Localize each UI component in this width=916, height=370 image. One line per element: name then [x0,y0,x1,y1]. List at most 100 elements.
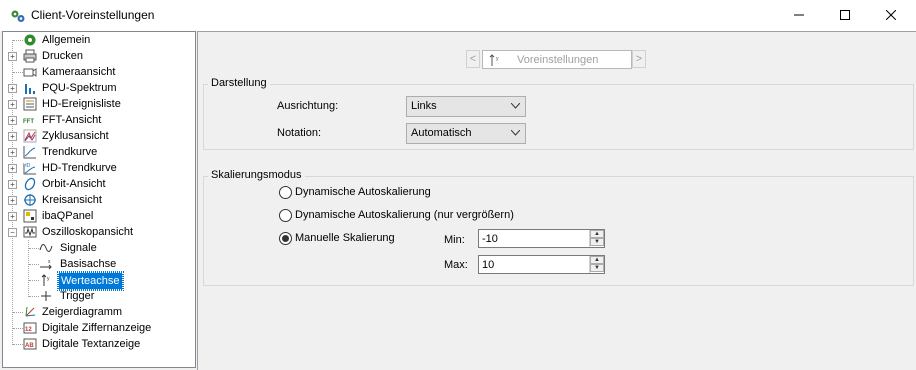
tree-item-kreisansicht[interactable]: + Kreisansicht [3,192,195,208]
bar-chart-icon [25,84,35,94]
nav-next-button[interactable]: > [632,50,646,68]
chevron-down-icon [511,130,520,136]
tree-item-label: Signale [60,242,97,254]
expand-toggle[interactable]: + [8,132,17,141]
tree-item-label: Digitale Ziffernanzeige [42,322,152,334]
trigger-icon [41,291,51,301]
expand-toggle[interactable]: + [8,148,17,157]
radio-label: Dynamische Autoskalierung (nur vergrößer… [295,209,514,221]
tree-item-hd-ereignisliste[interactable]: + HD-Ereignisliste [3,96,195,112]
minimize-button[interactable] [776,0,822,31]
radio-manuelle-skalierung[interactable] [279,232,292,245]
spinner-buttons: ▲ ▼ [589,256,604,273]
tree-item-digitale-ziffernanzeige[interactable]: 12 Digitale Ziffernanzeige [3,320,195,336]
tree-item-ibaqpanel[interactable]: + ibaQPanel [3,208,195,224]
tree-connector [29,264,39,265]
fft-icon: FFT [23,119,34,125]
max-label: Max: [444,259,468,271]
tree-connector [13,40,23,41]
skalierungsmodus-group: Skalierungsmodus Dynamische Autoskalieru… [203,169,914,286]
darstellung-group: Darstellung Ausrichtung: Links Notation:… [203,77,914,150]
expand-toggle[interactable]: + [8,196,17,205]
expand-toggle[interactable]: + [8,52,17,61]
trend-icon [23,146,36,159]
collapse-toggle[interactable]: − [8,228,17,237]
tree-item-oszilloskopansicht[interactable]: − Oszilloskopansicht [3,224,195,240]
oscilloscope-icon [23,226,37,238]
spin-up-button[interactable]: ▲ [590,230,604,238]
expand-toggle[interactable]: + [8,84,17,93]
svg-text:12: 12 [25,327,32,333]
expand-toggle[interactable]: + [8,100,17,109]
tree-item-zeigerdiagramm[interactable]: Zeigerdiagramm [3,304,195,320]
title-bar: Client-Voreinstellungen [0,0,916,31]
y-axis-icon: y [489,54,499,66]
digit-display-icon: 12 [23,322,37,334]
min-spinner[interactable]: -10 ▲ ▼ [478,229,605,248]
notation-select[interactable]: Automatisch [406,123,526,144]
tree-item-kameraansicht[interactable]: Kameraansicht [3,64,195,80]
tree-item-pqu-spektrum[interactable]: + PQU-Spektrum [3,80,195,96]
tree-connector [29,280,39,281]
expand-toggle[interactable]: + [8,212,17,221]
radio-dynamische-autoskalierung[interactable] [279,186,292,199]
preset-label: Voreinstellungen [517,54,599,66]
spin-down-button[interactable]: ▼ [590,264,604,272]
window-title: Client-Voreinstellungen [31,8,155,22]
spin-down-button[interactable]: ▼ [590,238,604,246]
settings-panel: < y Voreinstellungen > Darstellung Ausri… [197,31,916,370]
tree-item-trendkurve[interactable]: + Trendkurve [3,144,195,160]
orbit-icon [24,177,36,191]
tree-item-signale[interactable]: Signale [3,240,195,256]
gear-icon [24,34,36,46]
tree-item-label: HD-Ereignisliste [42,98,121,110]
max-spinner[interactable]: 10 ▲ ▼ [478,255,605,274]
tree-item-hd-trendkurve[interactable]: + HD HD-Trendkurve [3,160,195,176]
max-value: 10 [482,259,495,271]
tree-item-digitale-textanzeige[interactable]: AB Digitale Textanzeige [3,336,195,352]
tree-item-label: Basisachse [60,258,117,270]
cycle-icon [23,129,37,143]
radio-label: Manuelle Skalierung [295,232,395,244]
tree-item-label: Zeigerdiagramm [42,306,123,318]
radio-dynamische-autoskalierung-vergroessern[interactable] [279,209,292,222]
tree-item-label: ibaQPanel [42,210,94,222]
preset-selector[interactable]: y Voreinstellungen [482,50,632,69]
tree-item-label: Drucken [42,50,83,62]
tree-item-fft-ansicht[interactable]: + FFT FFT-Ansicht [3,112,195,128]
tree-item-label: FFT-Ansicht [42,114,102,126]
tree-item-label: Kreisansicht [42,194,102,206]
nav-prev-button[interactable]: < [466,50,480,68]
tree-connector [13,328,23,329]
panel-icon [23,209,37,223]
tree-item-orbit-ansicht[interactable]: + Orbit-Ansicht [3,176,195,192]
svg-text:y: y [47,276,50,282]
svg-text:y: y [496,56,499,62]
tree-item-drucken[interactable]: + Drucken [3,48,195,64]
settings-tree[interactable]: Allgemein + Drucken Kameraansicht + PQU-… [2,31,196,368]
expand-toggle[interactable]: + [8,164,17,173]
spinner-buttons: ▲ ▼ [589,230,604,247]
minimize-icon [794,14,804,16]
tree-item-label: Oszilloskopansicht [42,226,134,238]
tree-item-label: PQU-Spektrum [42,82,117,94]
tree-connector [13,72,23,73]
list-icon [23,97,37,111]
signal-icon [39,244,53,252]
expand-toggle[interactable]: + [8,116,17,125]
tree-item-zyklusansicht[interactable]: + Zyklusansicht [3,128,195,144]
ausrichtung-select[interactable]: Links [406,96,526,117]
tree-item-basisachse[interactable]: x Basisachse [3,256,195,272]
select-value: Links [411,100,437,112]
tree-item-trigger[interactable]: Trigger [3,288,195,304]
close-button[interactable] [868,0,914,31]
x-axis-icon: x [40,259,52,270]
tree-item-werteachse[interactable]: y Werteachse [3,271,195,291]
tree-item-allgemein[interactable]: Allgemein [3,32,195,48]
expand-toggle[interactable]: + [8,180,17,189]
maximize-button[interactable] [822,0,868,31]
tree-item-label: Orbit-Ansicht [42,178,106,190]
tree-connector [13,344,23,345]
tree-item-label: Allgemein [42,34,91,46]
spin-up-button[interactable]: ▲ [590,256,604,264]
